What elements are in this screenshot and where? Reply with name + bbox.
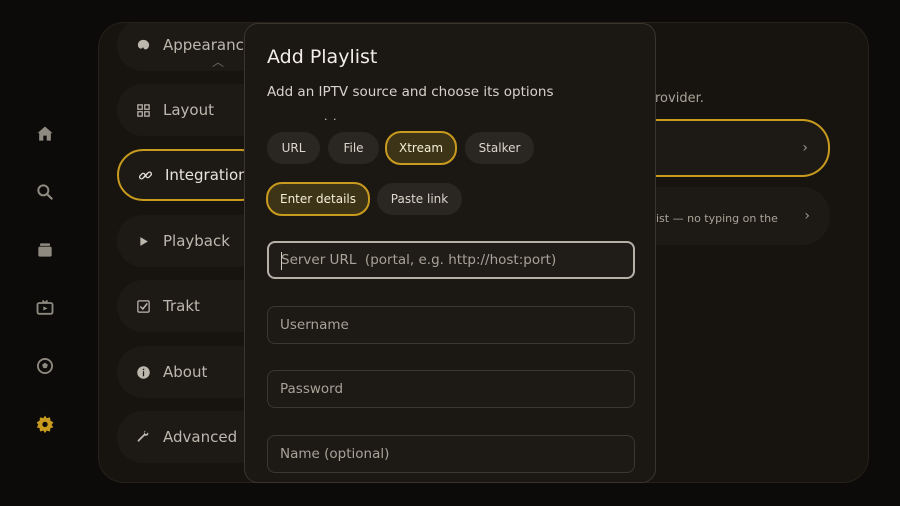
link-icon [137,167,153,183]
category-label: Playback [163,232,230,250]
search-icon[interactable] [34,181,56,203]
chip-label: Xtream [398,141,444,155]
wrench-icon [135,429,151,445]
info-icon [135,364,151,380]
server-url-field[interactable] [267,241,635,279]
grid-icon [135,102,151,118]
chevron-up-icon: ︿ [212,55,225,69]
integration-description: rovider. [655,91,704,106]
chevron-right-icon: › [802,140,808,156]
mode-enter-details[interactable]: Enter details [266,182,370,216]
home-icon[interactable] [34,123,56,145]
password-field[interactable] [267,370,635,408]
check-square-icon [135,298,151,314]
category-label: About [163,363,208,381]
category-label: Trakt [163,297,200,315]
source-type-stalker[interactable]: Stalker [465,132,534,164]
nav-rail [0,0,90,506]
text-caret [281,252,282,270]
sports-icon[interactable] [34,355,56,377]
palette-icon [135,37,151,53]
source-type-url[interactable]: URL [267,132,320,164]
chevron-right-icon: › [804,208,810,224]
chip-label: URL [281,141,306,155]
add-playlist-dialog: Add Playlist Add an IPTV source and choo… [244,23,656,483]
password-input[interactable] [280,381,622,397]
chip-label: File [343,141,364,155]
play-icon [135,233,151,249]
category-label: Appearance [163,36,254,54]
tv-icon[interactable] [34,297,56,319]
dialog-subtitle: Add an IPTV source and choose its option… [267,84,554,100]
category-label: Advanced [163,428,238,446]
library-icon[interactable] [34,239,56,261]
chip-label: Paste link [390,192,449,206]
mode-paste-link[interactable]: Paste link [377,183,462,215]
chip-label: Stalker [478,141,521,155]
settings-icon[interactable] [34,413,56,435]
server-url-input[interactable] [281,252,621,268]
name-input[interactable] [280,446,622,462]
dialog-title: Add Playlist [267,46,378,68]
category-label: Layout [163,101,214,119]
chip-label: Enter details [279,192,356,206]
source-type-file[interactable]: File [328,132,379,164]
username-input[interactable] [280,317,622,333]
dialog-dots: . . [324,110,338,123]
category-label: Integrations [165,166,256,184]
name-field[interactable] [267,435,635,473]
source-type-xtream[interactable]: Xtream [385,131,457,165]
integration-card-description: ist — no typing on the [656,212,778,225]
username-field[interactable] [267,306,635,344]
